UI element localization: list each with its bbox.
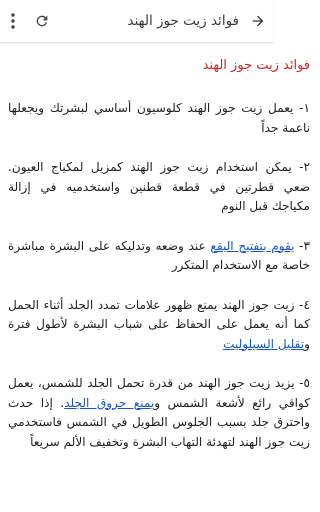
prevent-burns-link[interactable]: يمنع حروق الجلد xyxy=(64,396,154,410)
app-bar: فوائد زيت جوز الهند xyxy=(0,0,273,43)
paragraph-1: ١- يعمل زيت جوز الهند كلوسيون أساسي لبشر… xyxy=(8,101,310,135)
paragraph-2: ٢- يمكن استخدام زيت جوز الهند كمزيل لمكي… xyxy=(8,160,310,213)
arrow-forward-icon[interactable] xyxy=(243,0,273,42)
article-heading: فوائد زيت جوز الهند xyxy=(202,58,310,73)
reduce-cellulite-link[interactable]: تقليل السيلوليت xyxy=(223,337,304,351)
paragraph-4: ٤- زيت جوز الهند يمنع ظهور علامات تمدد ا… xyxy=(8,296,310,355)
article-content: فوائد زيت جوز الهند ١- يعمل زيت جوز الهن… xyxy=(8,58,310,472)
more-vert-icon[interactable] xyxy=(0,0,26,42)
paragraph-4-text: ٤- زيت جوز الهند يمنع ظهور علامات تمدد ا… xyxy=(8,297,310,332)
paragraph-4-connector: و xyxy=(304,336,310,351)
paragraph-3-prefix: ٣- xyxy=(294,238,310,253)
refresh-icon[interactable] xyxy=(30,0,54,42)
paragraph-3: ٣- يقوم بتفتيح البقع عند وضعه وتدليكه عل… xyxy=(8,237,310,276)
brighten-spots-link[interactable]: يقوم بتفتيح البقع xyxy=(210,239,294,253)
paragraph-5: ٥- يزيد زيت جوز الهند من قدرة تحمل الجلد… xyxy=(8,374,310,452)
page-title: فوائد زيت جوز الهند xyxy=(127,13,239,29)
